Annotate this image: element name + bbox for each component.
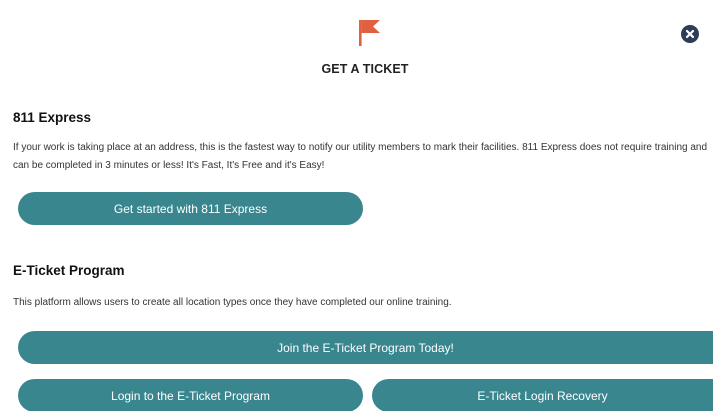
express-description: If your work is taking place at an addre… <box>13 142 708 171</box>
login-recovery-button[interactable]: E-Ticket Login Recovery <box>372 379 713 411</box>
login-eticket-button[interactable]: Login to the E-Ticket Program <box>18 379 363 411</box>
join-eticket-button[interactable]: Join the E-Ticket Program Today! <box>18 331 713 364</box>
get-ticket-modal: GET A TICKET 811 Express If your work is… <box>0 0 713 411</box>
express-heading: 811 Express <box>13 110 92 125</box>
express-start-button[interactable]: Get started with 811 Express <box>18 192 363 225</box>
close-icon <box>685 29 695 39</box>
modal-title: GET A TICKET <box>321 62 409 76</box>
flag-icon <box>359 20 380 46</box>
eticket-heading: E-Ticket Program <box>13 263 125 278</box>
eticket-description: This platform allows users to create all… <box>13 297 452 308</box>
close-button[interactable] <box>681 25 699 43</box>
